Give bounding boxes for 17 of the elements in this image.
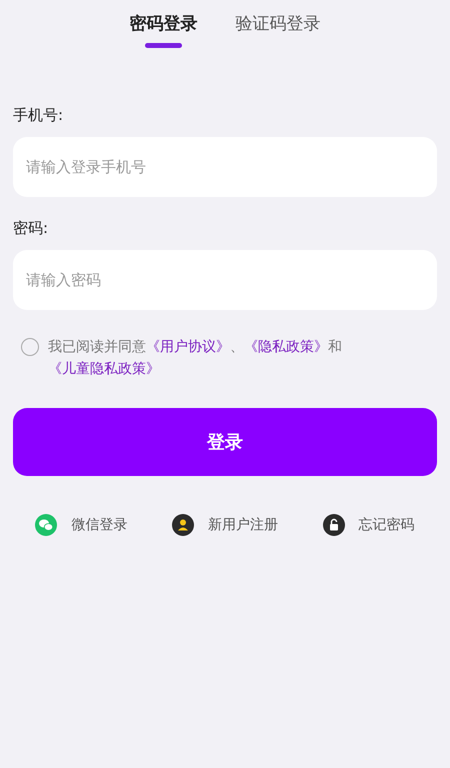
field-label: 密码: [13, 219, 50, 238]
agreement-text: 我已阅读并同意《用户协议》、《隐私政策》和 《儿童隐私政策》 [48, 338, 343, 379]
shortcut-link[interactable]: 新用户注册 [208, 516, 278, 534]
agree-checkbox[interactable] [21, 338, 39, 356]
user-icon[interactable] [172, 514, 194, 536]
input-field[interactable]: 请输入登录手机号 [13, 137, 437, 197]
shortcut-link[interactable]: 忘记密码 [358, 516, 415, 534]
login-button[interactable]: 登录 [13, 408, 437, 476]
login-tab[interactable]: 验证码登录 [236, 12, 320, 48]
lock-icon[interactable] [322, 514, 345, 536]
shortcut-link[interactable]: 微信登录 [71, 516, 128, 534]
policy-link[interactable]: 《用户协议》 [146, 339, 230, 355]
input-field[interactable]: 请输入密码 [13, 250, 437, 310]
policy-link[interactable]: 《隐私政策》 [244, 339, 328, 355]
policy-link[interactable]: 《儿童隐私政策》 [48, 361, 160, 377]
login-tab[interactable]: 密码登录 [130, 12, 198, 48]
field-label: 手机号: [13, 106, 64, 125]
